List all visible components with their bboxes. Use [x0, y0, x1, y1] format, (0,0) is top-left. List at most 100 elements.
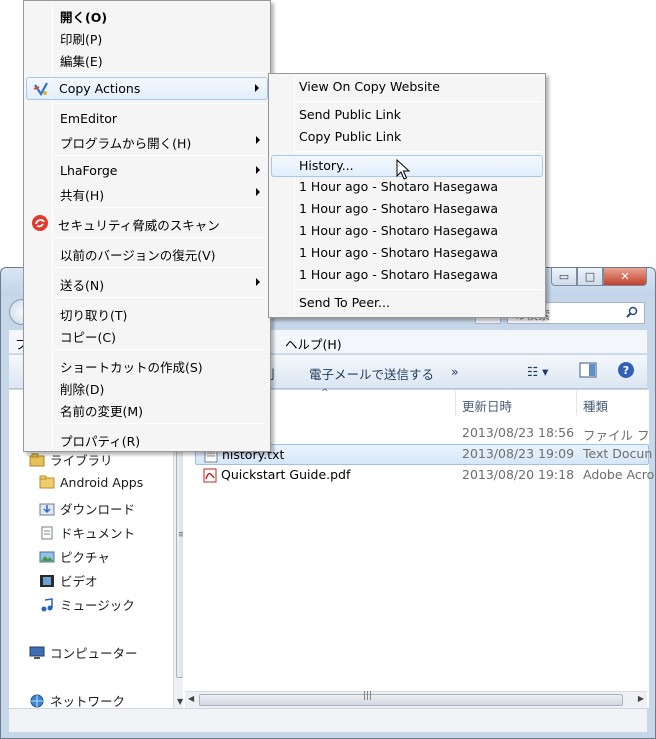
menu-separator: [54, 103, 266, 104]
menu-item-history-entry[interactable]: 1 Hour ago - Shotaro Hasegawa: [271, 220, 543, 242]
menu-item-view-on-website[interactable]: View On Copy Website: [271, 76, 543, 98]
menu-item-delete[interactable]: 削除(D): [26, 376, 268, 398]
preview-pane-icon[interactable]: [579, 362, 597, 381]
nav-item-library[interactable]: ライブラリ: [29, 450, 113, 469]
column-modified[interactable]: 更新日時: [462, 396, 512, 420]
menu-item-copy-actions[interactable]: Copy Actions: [26, 77, 268, 100]
menu-item-edit[interactable]: 編集(E): [26, 48, 268, 70]
file-date: 2013/08/20 19:18: [462, 467, 575, 482]
file-date: 2013/08/23 19:09: [462, 446, 575, 461]
email-command[interactable]: 電子メールで送信する: [309, 364, 434, 383]
menu-item-emeditor[interactable]: EmEditor: [26, 108, 268, 130]
menu-item-label: 削除(D): [60, 382, 105, 397]
menu-help[interactable]: ヘルプ(H): [285, 334, 342, 353]
download-icon: [39, 503, 55, 516]
help-icon[interactable]: ?: [617, 361, 635, 382]
minimize-button[interactable]: ▭: [551, 268, 577, 286]
menu-separator: [54, 297, 266, 298]
video-icon: [40, 575, 54, 587]
scrollbar-thumb[interactable]: [199, 694, 623, 706]
nav-item-videos[interactable]: ビデオ: [39, 571, 98, 590]
menu-item-label: Copy Actions: [59, 81, 141, 96]
menu-item-print[interactable]: 印刷(P): [26, 26, 268, 48]
menu-item-label: LhaForge: [60, 163, 118, 178]
menu-item-label: 1 Hour ago - Shotaro Hasegawa: [299, 179, 498, 194]
menu-item-open[interactable]: 開く(O): [26, 4, 268, 26]
mouse-cursor-icon: [396, 159, 410, 180]
menu-item-label: 1 Hour ago - Shotaro Hasegawa: [299, 267, 498, 282]
computer-icon: [29, 646, 45, 659]
table-row[interactable]: Quickstart Guide.pdf 2013/08/20 19:18 Ad…: [195, 465, 654, 486]
nav-label: ミュージック: [60, 598, 135, 613]
file-name: Quickstart Guide.pdf: [221, 467, 351, 482]
menu-item-label: Send Public Link: [299, 107, 402, 122]
menu-separator: [54, 72, 266, 73]
column-separator[interactable]: [576, 390, 577, 416]
menu-item-send-public-link[interactable]: Send Public Link: [271, 104, 543, 126]
menu-item-label: 切り取り(T): [60, 308, 128, 323]
nav-item-downloads[interactable]: ダウンロード: [39, 499, 135, 518]
menu-item-send-to-peer[interactable]: Send To Peer...: [271, 292, 543, 314]
menu-item-label: 1 Hour ago - Shotaro Hasegawa: [299, 223, 498, 238]
menu-item-share[interactable]: 共有(H): [26, 182, 268, 204]
menu-item-restore-versions[interactable]: 以前のバージョンの復元(V): [26, 242, 268, 264]
menu-item-copy[interactable]: コピー(C): [26, 324, 268, 346]
music-icon: [41, 598, 53, 612]
menu-item-rename[interactable]: 名前の変更(M): [26, 398, 268, 420]
menu-separator: [54, 349, 266, 350]
status-bar: [9, 708, 647, 732]
file-type: ファイル フ: [583, 428, 650, 443]
nav-item-computer[interactable]: コンピューター: [29, 643, 138, 662]
view-options-button[interactable]: ☷ ▾: [527, 364, 548, 379]
submenu-arrow-icon: [256, 278, 260, 286]
menu-item-label: Send To Peer...: [299, 295, 390, 310]
horizontal-scrollbar[interactable]: ◀ ||| ▶: [185, 691, 647, 708]
nav-item-documents[interactable]: ドキュメント: [39, 523, 135, 542]
menu-separator: [296, 151, 541, 152]
sort-indicator-icon: ^: [321, 388, 329, 398]
menu-item-history-entry[interactable]: 1 Hour ago - Shotaro Hasegawa: [271, 242, 543, 264]
menu-item-label: 1 Hour ago - Shotaro Hasegawa: [299, 201, 498, 216]
menu-item-label: 以前のバージョンの復元(V): [60, 248, 216, 263]
file-type: Adobe Acro: [583, 467, 655, 482]
nav-item-android-apps[interactable]: Android Apps: [39, 475, 143, 490]
network-icon: [30, 694, 44, 708]
menu-item-copy-public-link[interactable]: Copy Public Link: [271, 126, 543, 148]
menu-item-label: 送る(N): [60, 278, 105, 293]
scroll-left-icon[interactable]: ◀: [188, 694, 194, 703]
menu-item-history-entry[interactable]: 1 Hour ago - Shotaro Hasegawa: [271, 198, 543, 220]
document-icon: [41, 526, 53, 540]
folder-icon: [39, 475, 55, 489]
menu-item-send-to[interactable]: 送る(N): [26, 272, 268, 294]
menu-item-security-scan[interactable]: セキュリティ脅威のスキャン: [26, 212, 268, 234]
menu-item-label: 印刷(P): [60, 32, 103, 47]
svg-text:?: ?: [623, 364, 629, 377]
menu-separator: [54, 267, 266, 268]
menu-separator: [54, 237, 266, 238]
nav-label: ダウンロード: [60, 502, 136, 517]
menu-item-lhaforge[interactable]: LhaForge: [26, 160, 268, 182]
nav-item-music[interactable]: ミュージック: [39, 595, 135, 614]
submenu-arrow-icon: [256, 166, 260, 174]
menu-item-label: View On Copy Website: [299, 79, 440, 94]
menu-item-label: プログラムから開く(H): [60, 136, 192, 151]
menu-item-create-shortcut[interactable]: ショートカットの作成(S): [26, 354, 268, 376]
menu-separator: [54, 155, 266, 156]
scroll-right-icon[interactable]: ▶: [638, 694, 644, 703]
nav-label: ピクチャ: [60, 550, 110, 565]
nav-item-pictures[interactable]: ピクチャ: [39, 547, 110, 566]
search-icon[interactable]: [626, 306, 638, 321]
maximize-button[interactable]: □: [577, 268, 603, 286]
library-icon: [29, 453, 45, 467]
submenu-arrow-icon: [255, 84, 259, 92]
more-commands-button[interactable]: »: [451, 364, 459, 379]
column-type[interactable]: 種類: [583, 396, 608, 420]
nav-label: コンピューター: [50, 646, 138, 661]
menu-item-history-entry[interactable]: 1 Hour ago - Shotaro Hasegawa: [271, 264, 543, 286]
column-separator[interactable]: [455, 390, 456, 416]
menu-separator: [54, 207, 266, 208]
menu-item-properties[interactable]: プロパティ(R): [26, 428, 268, 450]
menu-item-cut[interactable]: 切り取り(T): [26, 302, 268, 324]
close-button[interactable]: ✕: [603, 268, 647, 286]
menu-item-open-with[interactable]: プログラムから開く(H): [26, 130, 268, 152]
